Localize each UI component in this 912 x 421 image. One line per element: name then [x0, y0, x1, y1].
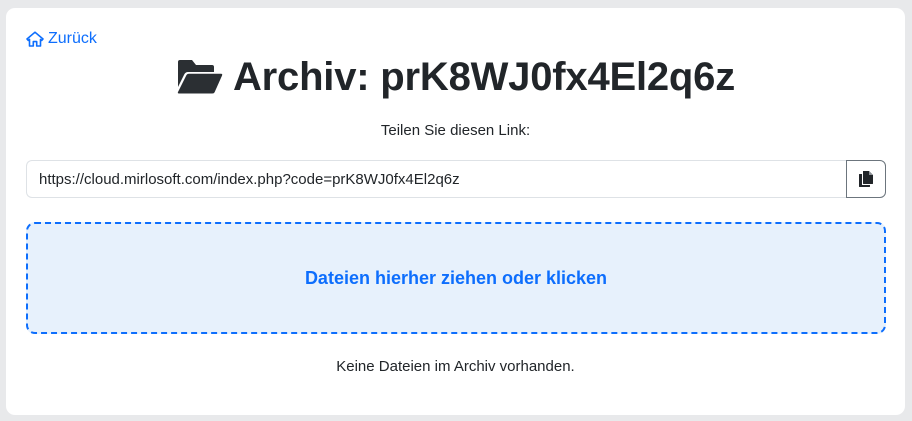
share-link-input[interactable] — [26, 160, 846, 198]
back-link-label: Zurück — [48, 30, 97, 47]
copy-link-button[interactable] — [846, 160, 886, 198]
archive-card: Zurück Archiv: prK8WJ0fx4El2q6z Teilen S… — [6, 8, 905, 415]
empty-files-message: Keine Dateien im Archiv vorhanden. — [336, 358, 575, 375]
back-link[interactable]: Zurück — [26, 30, 97, 48]
page-title: Archiv: prK8WJ0fx4El2q6z — [6, 52, 905, 102]
upload-dropzone[interactable]: Dateien hierher ziehen oder klicken — [26, 222, 886, 334]
home-icon — [26, 31, 44, 47]
share-label: Teilen Sie diesen Link: — [380, 122, 531, 139]
page-title-text: Archiv: prK8WJ0fx4El2q6z — [232, 54, 736, 99]
folder-open-icon — [177, 60, 223, 94]
dropzone-label: Dateien hierher ziehen oder klicken — [304, 267, 608, 288]
share-link-group — [26, 160, 886, 198]
copy-icon — [859, 171, 873, 187]
